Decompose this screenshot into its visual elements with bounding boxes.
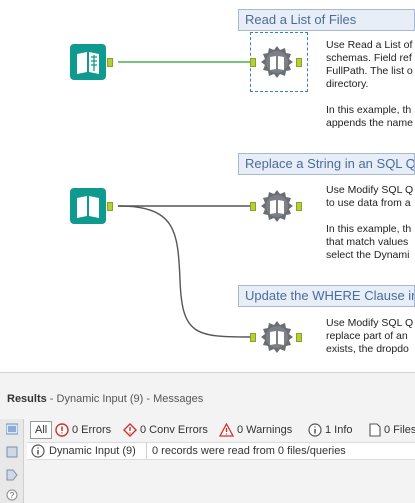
comment-text: Use Modify SQL Q replace part of an exis… <box>326 317 414 355</box>
input-data-tool[interactable] <box>70 188 106 224</box>
wire-3 <box>117 205 251 338</box>
tab-errors-label: 0 Errors <box>72 424 112 436</box>
output-anchor[interactable] <box>296 202 302 211</box>
comment-title: Replace a String in an SQL Qu <box>238 153 415 175</box>
tab-conv-errors-label: 0 Conv Errors <box>140 424 208 436</box>
message-row[interactable]: Dynamic Input (9) 0 records were read fr… <box>27 442 415 460</box>
results-subtitle: - Dynamic Input (9) - Messages <box>46 393 204 405</box>
error-icon <box>55 423 69 437</box>
tab-conv-errors[interactable]: 0 Conv Errors <box>123 421 208 439</box>
input-anchor[interactable] <box>250 202 256 211</box>
tab-files[interactable]: 0 Files <box>369 421 415 439</box>
message-tool-name: Dynamic Input (9) <box>49 445 136 457</box>
tab-info[interactable]: 1 Info <box>308 421 353 439</box>
comment-text: Use Read a List of schemas. Field ref Fu… <box>326 39 413 129</box>
info-icon <box>31 444 45 458</box>
file-icon <box>369 423 381 437</box>
output-anchor[interactable] <box>296 333 302 342</box>
comment-text: Use Modify SQL Q to use data from a In t… <box>326 184 414 261</box>
output-anchor[interactable] <box>107 202 113 211</box>
dynamic-input-tool[interactable] <box>260 189 294 223</box>
tag-icon[interactable] <box>6 469 18 481</box>
output-anchor[interactable] <box>296 58 302 67</box>
tab-info-label: 1 Info <box>325 424 353 436</box>
comment-title: Update the WHERE Clause in <box>238 285 415 307</box>
comment-title: Read a List of Files <box>238 9 415 31</box>
results-title: Results <box>7 393 47 405</box>
results-panel: Results - Dynamic Input (9) - Messages ?… <box>0 372 415 503</box>
tab-all-label: All <box>35 424 48 436</box>
tab-all[interactable]: All <box>30 421 53 439</box>
table-icon[interactable] <box>6 446 18 458</box>
conv-error-icon <box>123 423 137 437</box>
tab-errors[interactable]: 0 Errors <box>55 421 111 439</box>
output-anchor[interactable] <box>107 58 113 67</box>
tab-files-label: 0 Files <box>384 424 415 436</box>
message-text: 0 records were read from 0 files/queries <box>152 445 346 457</box>
svg-text:?: ? <box>10 491 15 500</box>
book-icon <box>77 196 99 218</box>
message-filter-bar: All 0 Errors 0 Conv Errors 0 Warnings 1 … <box>0 419 415 441</box>
tab-warnings[interactable]: 0 Warnings <box>219 421 292 439</box>
tab-warnings-label: 0 Warnings <box>237 424 293 436</box>
dynamic-input-tool[interactable] <box>260 45 294 79</box>
workflow-canvas[interactable]: Read a List of Files Use Read a List of … <box>0 0 415 372</box>
dynamic-input-tool[interactable] <box>260 320 294 354</box>
input-anchor[interactable] <box>250 333 256 342</box>
book-grid-icon <box>77 52 99 74</box>
input-anchor[interactable] <box>250 58 256 67</box>
gear-book-icon <box>261 190 293 222</box>
warning-icon <box>219 423 234 437</box>
info-icon <box>308 423 322 437</box>
directory-tool[interactable] <box>70 44 106 80</box>
help-icon[interactable]: ? <box>6 489 18 501</box>
gear-book-icon <box>261 321 293 353</box>
gear-book-icon <box>261 46 293 78</box>
message-tool-cell: Dynamic Input (9) <box>27 443 147 459</box>
results-header: Results - Dynamic Input (9) - Messages <box>0 373 415 415</box>
